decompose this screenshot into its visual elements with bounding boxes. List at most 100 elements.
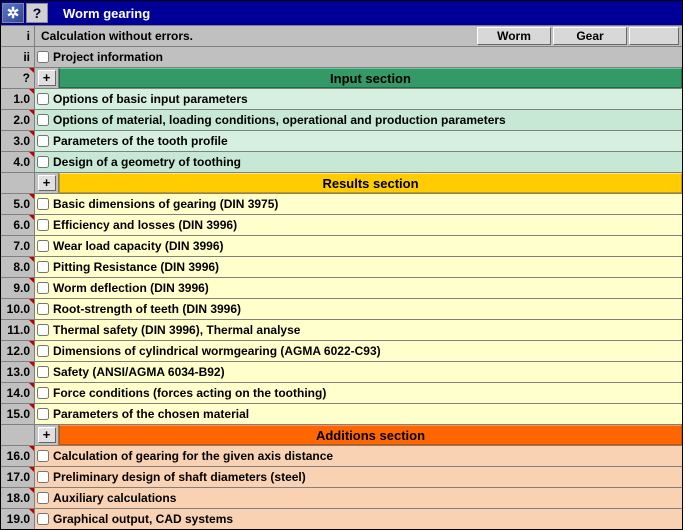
list-item: 9.0 Worm deflection (DIN 3996) [1, 277, 682, 298]
item-num: 14.0 [1, 383, 35, 403]
item-checkbox[interactable] [37, 345, 49, 357]
item-check-cell [35, 215, 51, 235]
item-checkbox[interactable] [37, 261, 49, 273]
item-checkbox[interactable] [37, 492, 49, 504]
item-check-cell [35, 320, 51, 340]
item-checkbox[interactable] [37, 114, 49, 126]
additions-section-title: Additions section [59, 425, 682, 445]
item-label: Dimensions of cylindrical wormgearing (A… [51, 341, 682, 361]
item-checkbox[interactable] [37, 366, 49, 378]
results-expand-button[interactable]: + [38, 175, 56, 191]
list-item: 8.0Pitting Resistance (DIN 3996) [1, 256, 682, 277]
item-check-cell [35, 89, 51, 109]
item-num: 17.0 [1, 467, 35, 487]
project-label: Project information [51, 47, 682, 67]
item-label: Preliminary design of shaft diameters (s… [51, 467, 682, 487]
item-check-cell [35, 383, 51, 403]
item-check-cell [35, 257, 51, 277]
list-item: 17.0 Preliminary design of shaft diameter… [1, 466, 682, 487]
item-num: 8.0 [1, 257, 35, 277]
list-item: 10.0Root-strength of teeth (DIN 3996) [1, 298, 682, 319]
item-checkbox[interactable] [37, 135, 49, 147]
item-checkbox[interactable] [37, 303, 49, 315]
list-item: 18.0Auxiliary calculations [1, 487, 682, 508]
item-num: 7.0 [1, 236, 35, 256]
item-num: 6.0 [1, 215, 35, 235]
worm-button[interactable]: Worm [477, 27, 551, 45]
item-checkbox[interactable] [37, 387, 49, 399]
list-item: 15.0Parameters of the chosen material [1, 403, 682, 424]
item-checkbox[interactable] [37, 408, 49, 420]
item-check-cell [35, 131, 51, 151]
list-item: 14.0 Force conditions (forces acting on t… [1, 382, 682, 403]
item-checkbox[interactable] [37, 324, 49, 336]
project-checkbox[interactable] [37, 51, 49, 63]
item-num: 3.0 [1, 131, 35, 151]
list-item: 2.0 Options of material, loading conditio… [1, 109, 682, 130]
item-num: 12.0 [1, 341, 35, 361]
item-num: 4.0 [1, 152, 35, 172]
input-expand-button[interactable]: + [38, 70, 56, 86]
item-checkbox[interactable] [37, 93, 49, 105]
item-checkbox[interactable] [37, 219, 49, 231]
item-num: 2.0 [1, 110, 35, 130]
item-label: Efficiency and losses (DIN 3996) [51, 215, 682, 235]
item-label: Options of basic input parameters [51, 89, 682, 109]
item-checkbox[interactable] [37, 450, 49, 462]
item-check-cell [35, 404, 51, 424]
item-check-cell [35, 467, 51, 487]
titlebar: ✲ ? Worm gearing [1, 1, 682, 25]
app-window: ✲ ? Worm gearing i Calculation without e… [0, 0, 683, 530]
list-item: 1.0 Options of basic input parameters [1, 88, 682, 109]
project-row: ii Project information [1, 46, 682, 67]
item-check-cell [35, 509, 51, 529]
additions-section-header: + Additions section [1, 424, 682, 445]
item-num: 1.0 [1, 89, 35, 109]
results-section-header: + Results section [1, 172, 682, 193]
list-item: 12.0 Dimensions of cylindrical wormgearin… [1, 340, 682, 361]
item-label: Force conditions (forces acting on the t… [51, 383, 682, 403]
input-section-num: ? [1, 68, 35, 88]
status-row: i Calculation without errors. Worm Gear [1, 25, 682, 46]
item-label: Root-strength of teeth (DIN 3996) [51, 299, 682, 319]
status-text: Calculation without errors. [35, 26, 476, 46]
item-check-cell [35, 110, 51, 130]
item-checkbox[interactable] [37, 156, 49, 168]
item-checkbox[interactable] [37, 513, 49, 525]
item-num: 16.0 [1, 446, 35, 466]
item-check-cell [35, 341, 51, 361]
project-check-cell [35, 47, 51, 67]
status-num: i [1, 26, 35, 46]
item-label: Worm deflection (DIN 3996) [51, 278, 682, 298]
list-item: 3.0Parameters of the tooth profile [1, 130, 682, 151]
list-item: 6.0 Efficiency and losses (DIN 3996) [1, 214, 682, 235]
gear-button[interactable]: Gear [553, 27, 627, 45]
item-label: Calculation of gearing for the given axi… [51, 446, 682, 466]
item-num: 9.0 [1, 278, 35, 298]
input-section-title: Input section [59, 68, 682, 88]
additions-expand-button[interactable]: + [38, 427, 56, 443]
item-num: 11.0 [1, 320, 35, 340]
item-check-cell [35, 152, 51, 172]
help-icon[interactable]: ? [26, 3, 48, 23]
item-check-cell [35, 488, 51, 508]
status-buttons: Worm Gear [476, 26, 682, 46]
empty-button[interactable] [629, 27, 679, 45]
item-num: 19.0 [1, 509, 35, 529]
item-num: 5.0 [1, 194, 35, 214]
item-checkbox[interactable] [37, 282, 49, 294]
results-section-num [1, 173, 35, 193]
item-label: Options of material, loading conditions,… [51, 110, 682, 130]
item-num: 13.0 [1, 362, 35, 382]
list-item: 4.0 Design of a geometry of toothing [1, 151, 682, 172]
item-checkbox[interactable] [37, 240, 49, 252]
app-icon[interactable]: ✲ [2, 3, 24, 23]
item-label: Safety (ANSI/AGMA 6034-B92) [51, 362, 682, 382]
item-label: Design of a geometry of toothing [51, 152, 682, 172]
item-checkbox[interactable] [37, 471, 49, 483]
item-label: Auxiliary calculations [51, 488, 682, 508]
list-item: 19.0Graphical output, CAD systems [1, 508, 682, 529]
additions-section-num [1, 425, 35, 445]
item-checkbox[interactable] [37, 198, 49, 210]
item-label: Parameters of the chosen material [51, 404, 682, 424]
